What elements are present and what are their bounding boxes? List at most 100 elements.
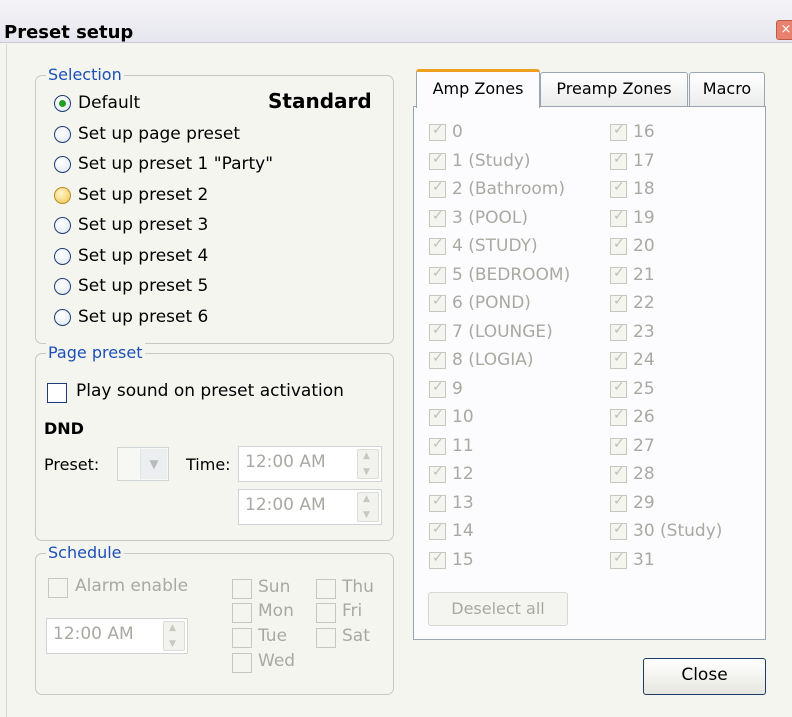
preset-radio-button[interactable] — [54, 156, 71, 173]
zone-checkbox[interactable] — [610, 350, 627, 369]
page-preset-legend: Page preset — [46, 343, 145, 363]
zone-checkbox[interactable] — [610, 436, 627, 455]
zone-checkbox[interactable] — [610, 521, 627, 540]
zone-label: 12 — [452, 464, 474, 484]
zone-label: 11 — [452, 435, 474, 456]
day-checkbox[interactable] — [316, 628, 336, 648]
preset-radio-button[interactable] — [54, 95, 71, 112]
deselect-all-button[interactable]: Deselect all — [428, 592, 568, 626]
zone-checkbox[interactable] — [610, 122, 627, 141]
zone-checkbox[interactable] — [610, 151, 627, 170]
zone-label: 17 — [633, 150, 655, 171]
zone-checkbox[interactable] — [429, 179, 446, 198]
zone-checkbox[interactable] — [610, 550, 627, 569]
day-label: Tue — [258, 626, 288, 646]
zone-checkbox[interactable] — [610, 236, 627, 255]
day-checkbox[interactable] — [232, 579, 252, 599]
preset-radio-label: Set up preset 2 — [78, 184, 209, 205]
preset-dropdown[interactable]: ▼ — [117, 447, 169, 481]
zone-label: 3 (POOL) — [452, 207, 528, 228]
schedule-legend: Schedule — [46, 543, 124, 563]
play-sound-label: Play sound on preset activation — [76, 381, 344, 401]
zone-checkbox[interactable] — [429, 293, 446, 312]
zone-label: 23 — [633, 321, 655, 342]
day-label: Thu — [342, 577, 374, 597]
preset-radio-label: Set up preset 5 — [78, 276, 209, 296]
close-button[interactable]: Close — [643, 658, 766, 695]
day-checkbox[interactable] — [316, 579, 336, 599]
zone-checkbox[interactable] — [429, 208, 446, 227]
play-sound-checkbox[interactable] — [47, 383, 67, 403]
zone-checkbox[interactable] — [429, 122, 446, 141]
preset-radio-button[interactable] — [54, 217, 71, 234]
time-label: Time: — [186, 455, 231, 474]
zone-checkbox[interactable] — [429, 464, 446, 483]
day-label: Sun — [258, 577, 291, 597]
zone-checkbox[interactable] — [610, 322, 627, 341]
zone-label: 6 (POND) — [452, 293, 531, 313]
zone-label: 24 — [633, 350, 655, 370]
zone-label: 26 — [633, 407, 655, 427]
zone-label: 31 — [633, 549, 655, 570]
preset-radio-button[interactable] — [54, 125, 71, 143]
zone-checkbox[interactable] — [429, 151, 446, 170]
zone-checkbox[interactable] — [429, 407, 446, 426]
zone-label: 5 (BEDROOM) — [452, 264, 571, 285]
preset-radio-button[interactable] — [54, 186, 71, 204]
zone-label: 19 — [633, 207, 655, 228]
zone-label: 18 — [633, 179, 655, 199]
zone-checkbox[interactable] — [429, 493, 446, 512]
chevron-down-icon[interactable]: ▼ — [140, 449, 167, 479]
day-checkbox[interactable] — [232, 603, 252, 623]
tab-preamp-zones[interactable]: Preamp Zones — [540, 72, 688, 106]
preset-radio-button[interactable] — [54, 247, 71, 265]
zone-checkbox[interactable] — [610, 379, 627, 398]
mode-label: Standard — [268, 89, 372, 113]
zone-checkbox[interactable] — [429, 550, 446, 569]
zone-checkbox[interactable] — [429, 350, 446, 369]
time-end-spinner[interactable]: 12:00 AM — [238, 489, 382, 525]
zone-checkbox[interactable] — [429, 436, 446, 455]
zone-label: 16 — [633, 122, 655, 142]
zone-checkbox[interactable] — [429, 236, 446, 255]
time-end-value: 12:00 AM — [245, 495, 326, 515]
day-label: Sat — [342, 626, 370, 646]
alarm-time-spin-icon[interactable] — [163, 621, 185, 651]
time-start-spin-icon[interactable] — [357, 449, 379, 479]
time-end-spin-icon[interactable] — [357, 492, 379, 522]
day-label: Mon — [258, 601, 294, 621]
tab-amp-zones[interactable]: Amp Zones — [416, 69, 540, 108]
zone-label: 29 — [633, 492, 655, 513]
zone-checkbox[interactable] — [610, 493, 627, 512]
tab-macro[interactable]: Macro — [689, 72, 765, 106]
window-close-icon[interactable]: × — [776, 20, 792, 40]
zone-checkbox[interactable] — [610, 265, 627, 284]
day-label: Fri — [342, 601, 363, 621]
preset-radio-button[interactable] — [54, 278, 71, 295]
preset-radio-button[interactable] — [54, 308, 71, 326]
zone-label: 15 — [452, 549, 474, 570]
zone-checkbox[interactable] — [429, 265, 446, 284]
zone-checkbox[interactable] — [429, 379, 446, 398]
zone-checkbox[interactable] — [429, 521, 446, 540]
preset-label: Preset: — [44, 455, 100, 474]
zone-label: 4 (STUDY) — [452, 236, 538, 256]
zone-checkbox[interactable] — [429, 322, 446, 341]
preset-radio-label: Set up preset 4 — [78, 245, 209, 266]
alarm-enable-checkbox[interactable] — [48, 578, 68, 598]
preset-radio-label: Set up preset 6 — [78, 306, 209, 327]
zone-checkbox[interactable] — [610, 407, 627, 426]
zone-checkbox[interactable] — [610, 464, 627, 483]
day-checkbox[interactable] — [232, 653, 252, 673]
time-start-spinner[interactable]: 12:00 AM — [238, 446, 382, 482]
day-label: Wed — [258, 651, 296, 671]
zone-checkbox[interactable] — [610, 208, 627, 227]
zone-checkbox[interactable] — [610, 179, 627, 198]
day-checkbox[interactable] — [316, 603, 336, 623]
zone-label: 14 — [452, 521, 474, 541]
zone-checkbox[interactable] — [610, 293, 627, 312]
day-checkbox[interactable] — [232, 628, 252, 648]
alarm-time-spinner[interactable]: 12:00 AM — [46, 618, 188, 654]
zone-label: 27 — [633, 435, 655, 456]
preset-radio-label: Set up page preset — [78, 123, 240, 144]
